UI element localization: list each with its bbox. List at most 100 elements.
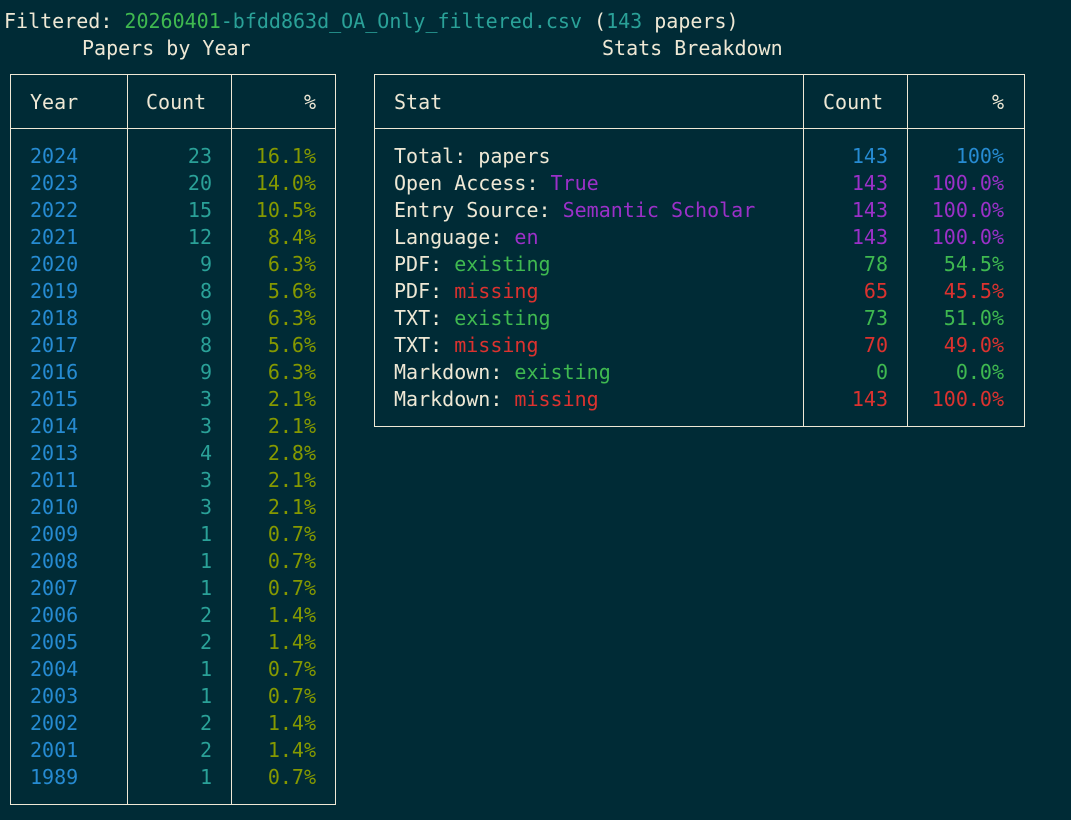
stat-label: Markdown: missing xyxy=(394,386,599,413)
paren-open: ( xyxy=(594,9,607,33)
stats-count-col-header: Count xyxy=(823,90,884,114)
year-cell: 2003 xyxy=(30,684,79,708)
stat-key: TXT: xyxy=(394,306,443,330)
year-pct-cell: 1.4% xyxy=(267,738,316,762)
year-pct-cell: 14.0% xyxy=(255,171,316,195)
year-count-cell: 2 xyxy=(199,711,212,735)
year-pct-cell: 2.1% xyxy=(267,387,316,411)
stat-key: Markdown: xyxy=(394,387,503,411)
stat-value: missing xyxy=(514,387,599,411)
filter-label: Filtered: xyxy=(4,9,113,33)
stat-pct-cell: 100.0% xyxy=(931,171,1004,195)
year-count-cell: 8 xyxy=(199,279,212,303)
stat-key: PDF: xyxy=(394,279,443,303)
year-cell: 2008 xyxy=(30,549,79,573)
count-col-header: Count xyxy=(146,90,207,114)
year-count-cell: 1 xyxy=(199,765,212,789)
year-pct-cell: 0.7% xyxy=(267,657,316,681)
year-count-cell: 15 xyxy=(187,198,212,222)
year-count-cell: 2 xyxy=(199,603,212,627)
year-count-cell: 2 xyxy=(199,630,212,654)
stat-label: Markdown: existing xyxy=(394,359,611,386)
year-cell: 2023 xyxy=(30,171,79,195)
year-cell: 2004 xyxy=(30,657,79,681)
stat-pct-cell: 100.0% xyxy=(931,198,1004,222)
year-pct-cell: 0.7% xyxy=(267,684,316,708)
stat-key: Open Access: xyxy=(394,171,539,195)
year-count-cell: 1 xyxy=(199,684,212,708)
year-pct-cell: 6.3% xyxy=(267,360,316,384)
stat-label: Language: en xyxy=(394,224,539,251)
stat-pct-cell: 51.0% xyxy=(943,306,1004,330)
year-cell: 2016 xyxy=(30,360,79,384)
paper-count: 143 xyxy=(606,9,643,33)
year-pct-cell: 16.1% xyxy=(255,144,316,168)
year-count-cell: 8 xyxy=(199,333,212,357)
stat-pct-cell: 0.0% xyxy=(955,360,1004,384)
stat-count-cell: 143 xyxy=(851,198,888,222)
year-pct-cell: 5.6% xyxy=(267,333,316,357)
stat-count-cell: 70 xyxy=(863,333,888,357)
stat-pct-cell: 100% xyxy=(955,144,1004,168)
year-cell: 2018 xyxy=(30,306,79,330)
year-count-cell: 1 xyxy=(199,657,212,681)
year-count-cell: 3 xyxy=(199,468,212,492)
year-pct-cell: 1.4% xyxy=(267,711,316,735)
stat-key: TXT: xyxy=(394,333,443,357)
stat-count-cell: 143 xyxy=(851,387,888,411)
stat-label: Total: papers xyxy=(394,143,551,170)
pct-col-header: % xyxy=(303,90,316,114)
year-pct-cell: 2.1% xyxy=(267,414,316,438)
stat-key: Markdown: xyxy=(394,360,503,384)
stat-label: Open Access: True xyxy=(394,170,599,197)
stat-count-cell: 143 xyxy=(851,171,888,195)
stats-table-title: Stats Breakdown xyxy=(602,36,783,60)
stat-key: PDF: xyxy=(394,252,443,276)
stat-value: existing xyxy=(454,252,551,276)
filter-file-date: 20260401 xyxy=(124,9,221,33)
stat-label: PDF: missing xyxy=(394,278,539,305)
stat-value: papers xyxy=(478,144,551,168)
year-cell: 2006 xyxy=(30,603,79,627)
year-cell: 2015 xyxy=(30,387,79,411)
stat-label: Entry Source: Semantic Scholar xyxy=(394,197,755,224)
year-count-cell: 20 xyxy=(187,171,212,195)
stat-count-cell: 0 xyxy=(875,360,888,384)
year-pct-cell: 0.7% xyxy=(267,576,316,600)
year-pct-cell: 8.4% xyxy=(267,225,316,249)
stat-pct-cell: 100.0% xyxy=(931,387,1004,411)
year-count-cell: 9 xyxy=(199,306,212,330)
year-cell: 2014 xyxy=(30,414,79,438)
year-table-title: Papers by Year xyxy=(82,36,251,60)
year-count-cell: 9 xyxy=(199,360,212,384)
year-count-cell: 23 xyxy=(187,144,212,168)
stat-col-header: Stat xyxy=(394,90,443,114)
year-cell: 2019 xyxy=(30,279,79,303)
stat-key: Entry Source: xyxy=(394,198,551,222)
year-cell: 2005 xyxy=(30,630,79,654)
year-cell: 2009 xyxy=(30,522,79,546)
year-pct-cell: 2.1% xyxy=(267,468,316,492)
stat-value: existing xyxy=(454,306,551,330)
year-pct-cell: 1.4% xyxy=(267,603,316,627)
paper-count-suffix: papers) xyxy=(642,9,739,33)
year-col-header: Year xyxy=(30,90,79,114)
stat-count-cell: 78 xyxy=(863,252,888,276)
year-count-cell: 9 xyxy=(199,252,212,276)
stat-label: PDF: existing xyxy=(394,251,551,278)
year-pct-cell: 1.4% xyxy=(267,630,316,654)
year-cell: 2007 xyxy=(30,576,79,600)
year-pct-cell: 6.3% xyxy=(267,306,316,330)
year-pct-cell: 2.8% xyxy=(267,441,316,465)
year-cell: 2022 xyxy=(30,198,79,222)
stats-table: Stat Count % Total: papers 143 100% Open Ac… xyxy=(374,74,1025,427)
year-cell: 2001 xyxy=(30,738,79,762)
stat-value: Semantic Scholar xyxy=(562,198,756,222)
year-cell: 2013 xyxy=(30,441,79,465)
filter-header: Filtered: 20260401-bfdd863d_OA_Only_filt… xyxy=(4,8,739,35)
year-cell: 2021 xyxy=(30,225,79,249)
year-count-cell: 1 xyxy=(199,522,212,546)
stat-pct-cell: 100.0% xyxy=(931,225,1004,249)
year-cell: 2024 xyxy=(30,144,79,168)
year-pct-cell: 0.7% xyxy=(267,549,316,573)
